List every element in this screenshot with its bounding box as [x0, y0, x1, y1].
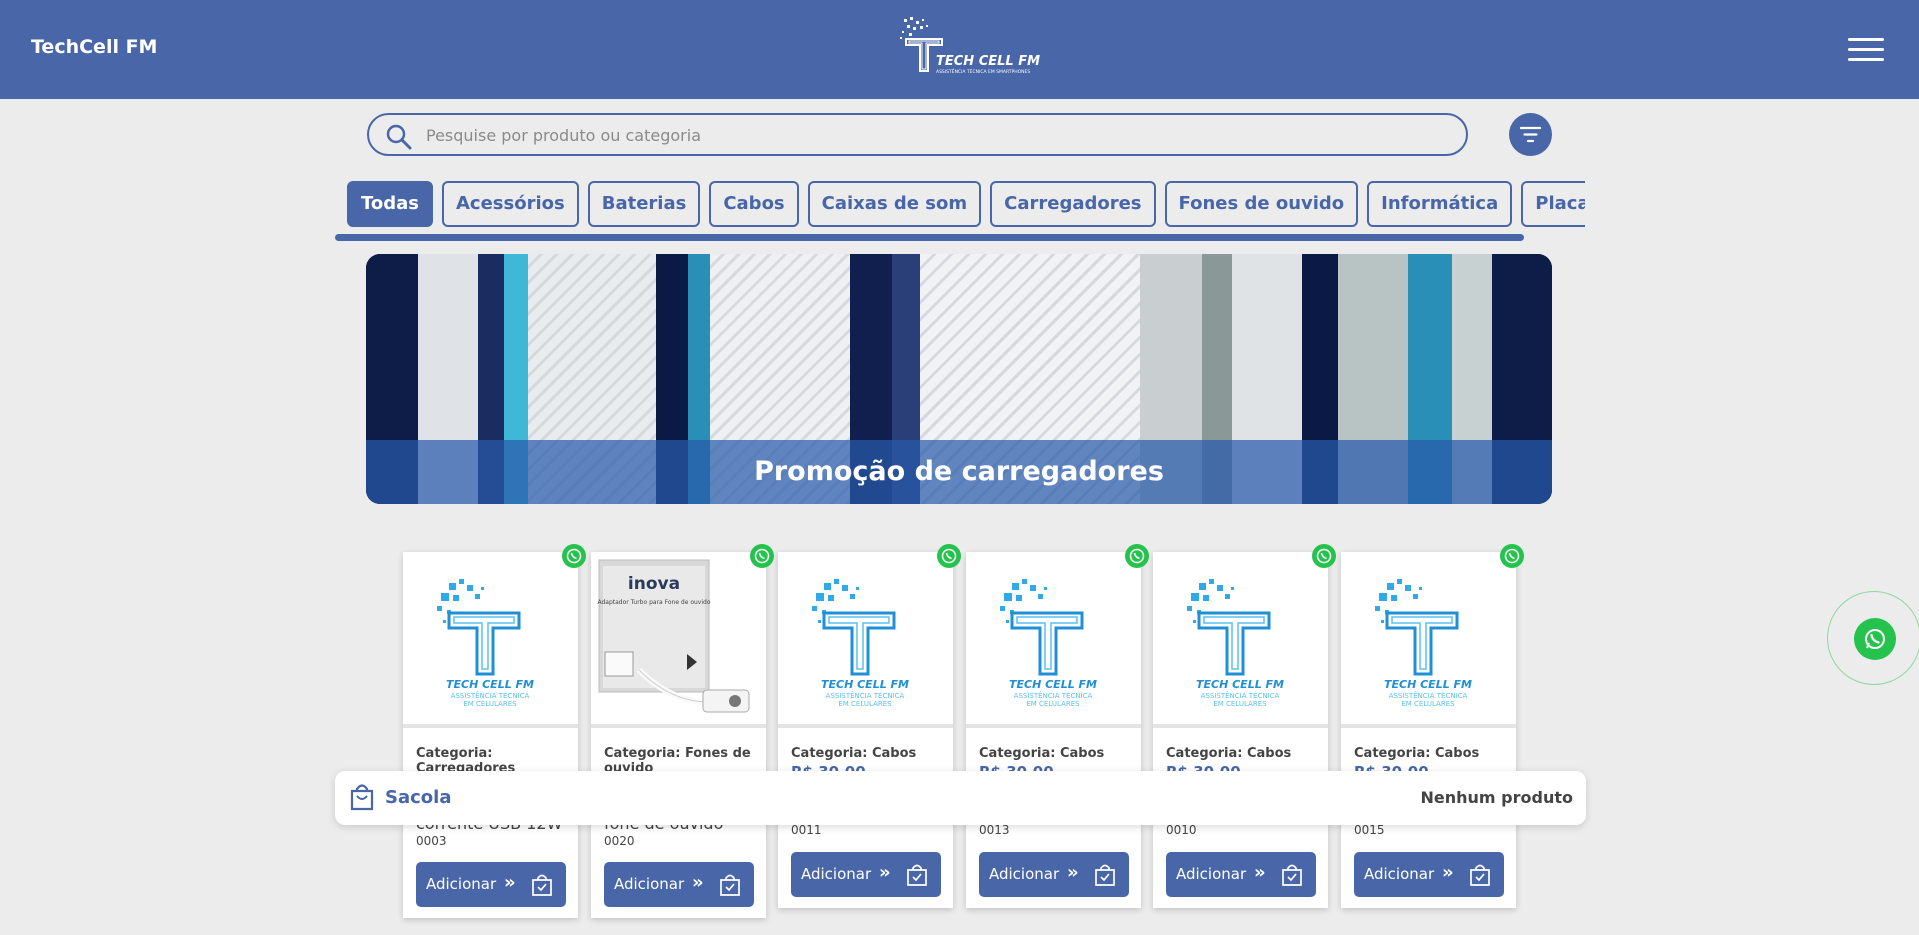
promo-banner[interactable]: Promoção de carregadores — [366, 254, 1552, 504]
product-code: 0011 — [791, 823, 822, 837]
add-button-label: Adicionar — [989, 865, 1060, 883]
category-chip-carregadores[interactable]: Carregadores — [990, 181, 1156, 227]
double-chevron-icon: » — [1442, 862, 1454, 883]
product-card[interactable]: TECH CELL FM ASSISTÊNCIA TÉCNICA EM CELU… — [1341, 544, 1524, 908]
category-chip-cabos[interactable]: Cabos — [709, 181, 799, 227]
product-code: 0013 — [979, 823, 1010, 837]
product-image: TECH CELL FM ASSISTÊNCIA TÉCNICA EM CELU… — [1153, 552, 1328, 728]
product-image: TECH CELL FM ASSISTÊNCIA TÉCNICA EM CELU… — [403, 552, 578, 728]
search-icon — [386, 124, 412, 154]
product-image: TECH CELL FM ASSISTÊNCIA TÉCNICA EM CELU… — [1341, 552, 1516, 728]
add-button-label: Adicionar — [1364, 865, 1435, 883]
search-input[interactable] — [426, 123, 1446, 147]
product-card[interactable]: inova Adaptador Turbo para Fone de ouvid… — [591, 544, 774, 918]
add-to-bag-button[interactable]: Adicionar » — [1354, 852, 1504, 897]
double-chevron-icon: » — [504, 872, 516, 893]
add-to-bag-button[interactable]: Adicionar » — [416, 862, 566, 907]
product-brand: inova — [628, 574, 680, 594]
product-logo-title: TECH CELL FM — [446, 678, 534, 691]
product-image: TECH CELL FM ASSISTÊNCIA TÉCNICA EM CELU… — [966, 552, 1141, 728]
category-chip-placas-sub[interactable]: Placas sub — [1521, 181, 1585, 227]
category-chip-todas[interactable]: Todas — [347, 181, 433, 227]
add-button-label: Adicionar — [1176, 865, 1247, 883]
whatsapp-icon[interactable] — [937, 544, 961, 568]
product-logo-line2: EM CELULARES — [1026, 700, 1080, 708]
double-chevron-icon: » — [1067, 862, 1079, 883]
bag-check-icon — [907, 864, 927, 886]
product-logo-line1: ASSISTÊNCIA TÉCNICA — [1389, 691, 1468, 700]
product-logo-line1: ASSISTÊNCIA TÉCNICA — [451, 691, 530, 700]
product-code: 0015 — [1354, 823, 1385, 837]
site-logo[interactable]: TECH CELL FM ASSISTÊNCIA TÉCNICA EM SMAR… — [898, 15, 1040, 79]
product-logo-line1: ASSISTÊNCIA TÉCNICA — [1014, 691, 1093, 700]
product-card[interactable]: TECH CELL FM ASSISTÊNCIA TÉCNICA EM CELU… — [966, 544, 1149, 908]
banner-caption: Promoção de carregadores — [366, 440, 1552, 504]
product-category: Categoria: Cabos — [1354, 746, 1480, 761]
product-code: 0010 — [1166, 823, 1197, 837]
shopping-bag-icon — [349, 783, 375, 815]
top-navbar: TechCell FM TECH CELL FM ASSISTÊNCIA TÉC… — [0, 0, 1919, 99]
product-image: TECH CELL FM ASSISTÊNCIA TÉCNICA EM CELU… — [778, 552, 953, 728]
filter-icon — [1520, 126, 1541, 143]
product-category: Categoria: Cabos — [1166, 746, 1292, 761]
double-chevron-icon: » — [1254, 862, 1266, 883]
bag-check-icon — [720, 874, 740, 896]
product-logo-title: TECH CELL FM — [1384, 678, 1472, 691]
filter-button[interactable] — [1509, 113, 1552, 156]
product-image: inova Adaptador Turbo para Fone de ouvid… — [591, 552, 766, 728]
category-chip-acessorios[interactable]: Acessórios — [442, 181, 579, 227]
hamburger-menu-icon[interactable] — [1848, 38, 1884, 64]
category-tabs: Todas Acessórios Baterias Cabos Caixas de so… — [347, 181, 1585, 227]
double-chevron-icon: » — [879, 862, 891, 883]
add-button-label: Adicionar — [801, 865, 872, 883]
add-to-bag-button[interactable]: Adicionar » — [604, 862, 754, 907]
double-chevron-icon: » — [692, 872, 704, 893]
whatsapp-icon — [1854, 618, 1896, 660]
whatsapp-icon[interactable] — [562, 544, 586, 568]
bag-label: Sacola — [385, 787, 452, 808]
product-logo-title: TECH CELL FM — [1009, 678, 1097, 691]
product-logo-title: TECH CELL FM — [821, 678, 909, 691]
product-card[interactable]: TECH CELL FM ASSISTÊNCIA TÉCNICA EM CELU… — [778, 544, 961, 908]
whatsapp-icon[interactable] — [1125, 544, 1149, 568]
whatsapp-float-button[interactable] — [1827, 591, 1919, 685]
category-chip-baterias[interactable]: Baterias — [587, 181, 701, 227]
add-to-bag-button[interactable]: Adicionar » — [1166, 852, 1316, 897]
add-to-bag-button[interactable]: Adicionar » — [979, 852, 1129, 897]
bag-check-icon — [532, 874, 552, 896]
bag-status: Nenhum produto — [1420, 788, 1573, 807]
product-card[interactable]: TECH CELL FM ASSISTÊNCIA TÉCNICA EM CELU… — [403, 544, 586, 918]
shopping-bag-bar[interactable]: Sacola Nenhum produto — [335, 771, 1586, 825]
whatsapp-icon[interactable] — [1312, 544, 1336, 568]
product-category: Categoria: Cabos — [979, 746, 1105, 761]
brand-name[interactable]: TechCell FM — [31, 36, 157, 58]
product-logo-line1: ASSISTÊNCIA TÉCNICA — [826, 691, 905, 700]
category-chip-informatica[interactable]: Informática — [1367, 181, 1513, 227]
category-chip-caixas-de-som[interactable]: Caixas de som — [807, 181, 982, 227]
product-code: 0003 — [416, 834, 447, 848]
logo-text: TECH CELL FM — [936, 54, 1040, 69]
product-box-text: Adaptador Turbo para Fone de ouvido — [597, 599, 710, 606]
category-scrollbar[interactable] — [335, 234, 1524, 241]
add-to-bag-button[interactable]: Adicionar » — [791, 852, 941, 897]
product-category: Categoria: Cabos — [791, 746, 917, 761]
bag-check-icon — [1470, 864, 1490, 886]
product-card[interactable]: TECH CELL FM ASSISTÊNCIA TÉCNICA EM CELU… — [1153, 544, 1336, 908]
product-logo-line2: EM CELULARES — [1213, 700, 1267, 708]
whatsapp-icon[interactable] — [1500, 544, 1524, 568]
whatsapp-icon[interactable] — [750, 544, 774, 568]
product-logo-line2: EM CELULARES — [838, 700, 892, 708]
add-button-label: Adicionar — [426, 875, 497, 893]
category-chip-fones-de-ouvido[interactable]: Fones de ouvido — [1164, 181, 1359, 227]
product-logo-line2: EM CELULARES — [463, 700, 517, 708]
search-bar — [367, 113, 1468, 156]
bag-check-icon — [1095, 864, 1115, 886]
product-logo-line2: EM CELULARES — [1401, 700, 1455, 708]
product-logo-title: TECH CELL FM — [1196, 678, 1284, 691]
product-code: 0020 — [604, 834, 635, 848]
bag-check-icon — [1282, 864, 1302, 886]
product-logo-line1: ASSISTÊNCIA TÉCNICA — [1201, 691, 1280, 700]
add-button-label: Adicionar — [614, 875, 685, 893]
